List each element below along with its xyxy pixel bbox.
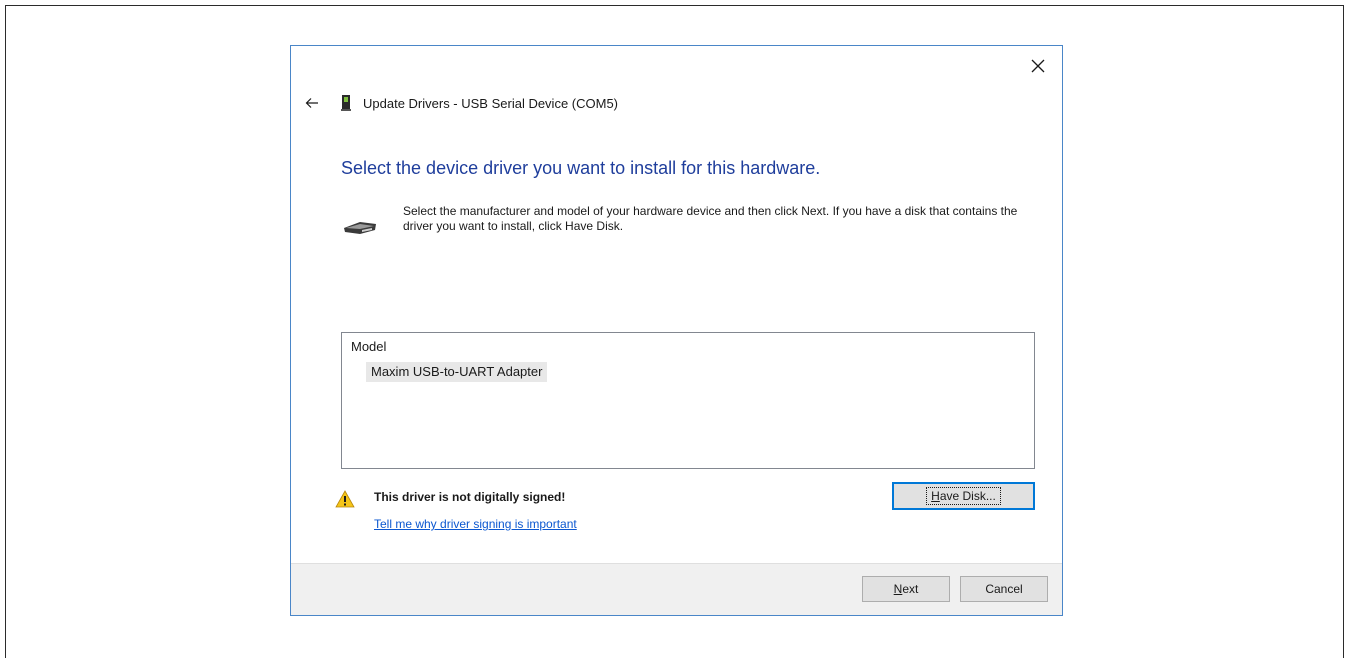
page-heading: Select the device driver you want to ins… (341, 158, 821, 178)
back-arrow-icon (305, 98, 318, 108)
driver-signing-link[interactable]: Tell me why driver signing is important (374, 517, 577, 531)
update-drivers-dialog: Update Drivers - USB Serial Device (COM5… (290, 45, 1063, 616)
have-disk-label-rest: ave Disk... (939, 489, 996, 503)
close-icon (1031, 59, 1045, 73)
back-button[interactable] (301, 92, 323, 114)
usb-device-icon (341, 95, 351, 111)
model-column-header: Model (351, 339, 387, 354)
cancel-button[interactable]: Cancel (960, 576, 1048, 602)
have-disk-label: Have Disk... (926, 487, 1001, 505)
next-button[interactable]: Next (862, 576, 950, 602)
dialog-title-row: Update Drivers - USB Serial Device (COM5… (341, 92, 618, 114)
close-button[interactable] (1024, 52, 1052, 80)
instructions-text: Select the manufacturer and model of you… (403, 204, 1018, 233)
dialog-footer: Next Cancel (291, 563, 1062, 615)
unsigned-driver-warning: This driver is not digitally signed! (374, 490, 566, 504)
model-list-item[interactable]: Maxim USB-to-UART Adapter (366, 362, 548, 382)
have-disk-button[interactable]: Have Disk... (892, 482, 1035, 510)
next-label-rest: ext (902, 582, 919, 596)
warning-icon (335, 490, 355, 508)
hardware-icon (344, 222, 376, 234)
have-disk-accel: H (931, 489, 940, 503)
dialog-title: Update Drivers - USB Serial Device (COM5… (363, 95, 619, 111)
model-list[interactable]: Model Maxim USB-to-UART Adapter (341, 332, 1035, 469)
